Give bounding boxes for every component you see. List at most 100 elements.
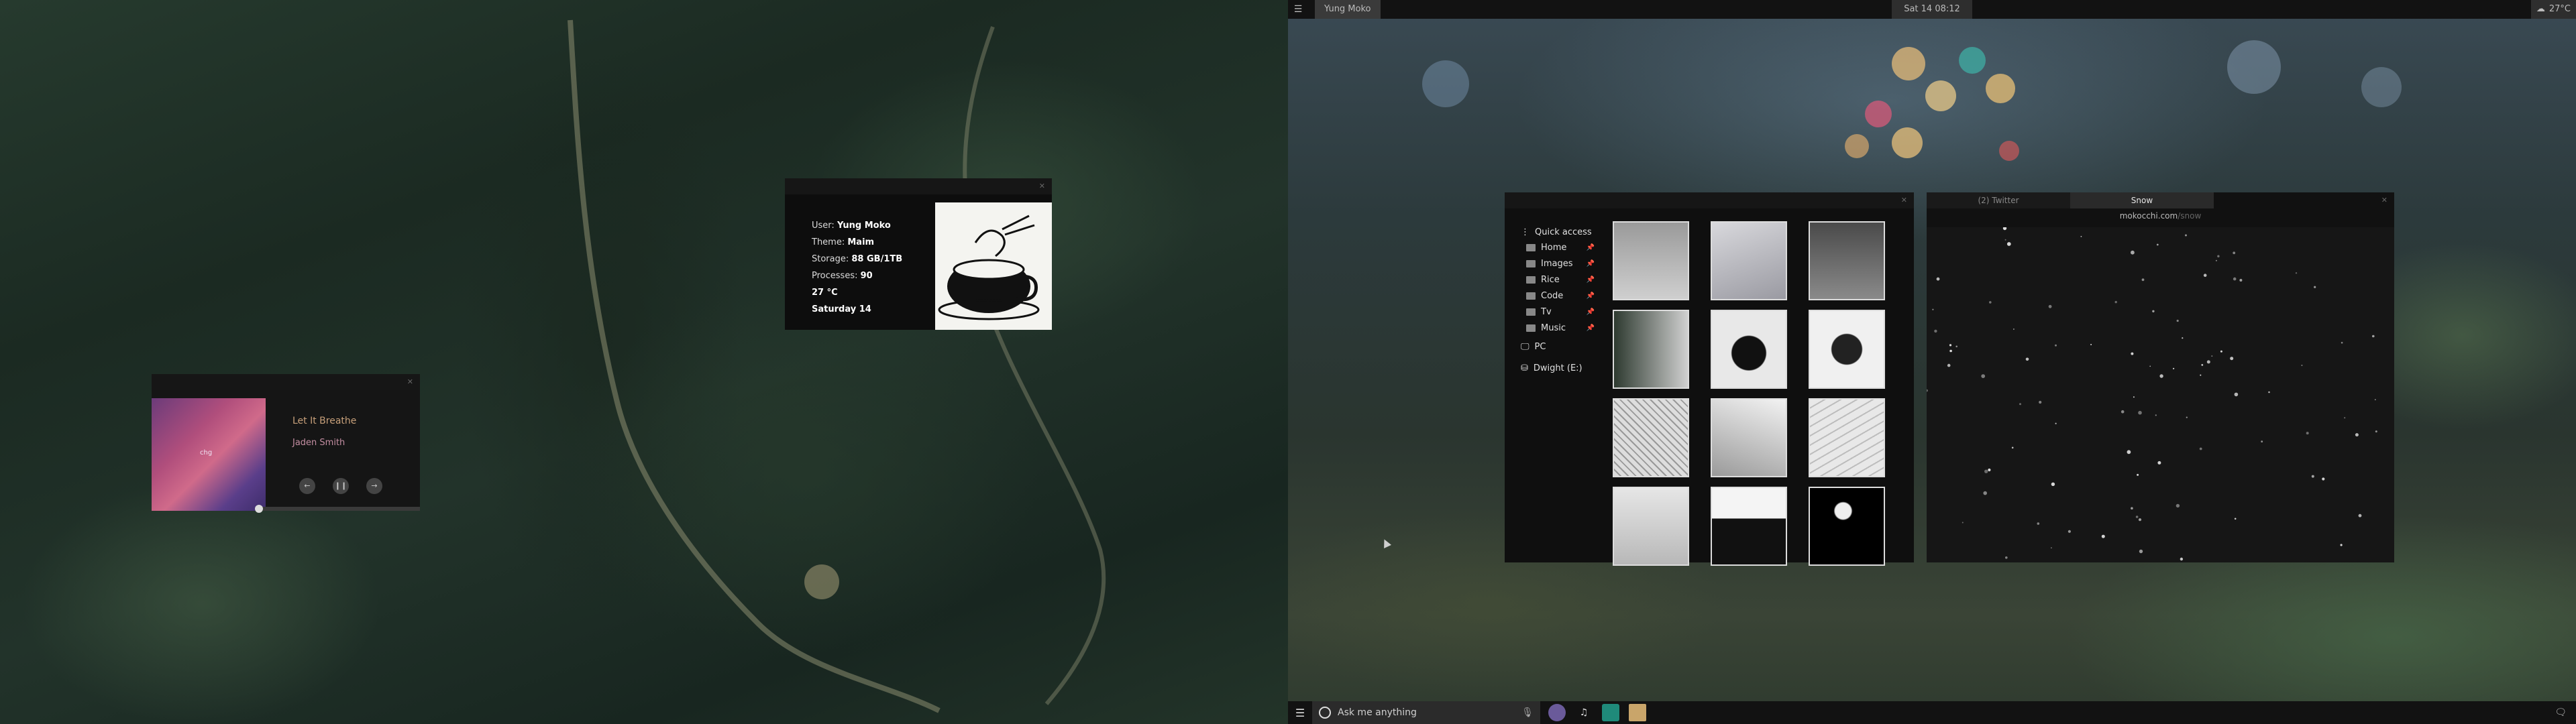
sidebar-item-music[interactable]: Music 📌 (1521, 320, 1595, 336)
snowflake (1934, 329, 1937, 333)
bokeh-light (1422, 60, 1469, 107)
next-icon[interactable]: → (366, 478, 382, 494)
playback-controls: ← ❙❙ → (299, 478, 382, 494)
folder-icon (1526, 308, 1536, 316)
snowflake (2051, 547, 2052, 548)
snowflake (2201, 364, 2204, 366)
snowflake (2217, 255, 2220, 257)
menu-icon[interactable]: ☰ (1288, 4, 1308, 15)
tab-twitter[interactable]: (2) Twitter (1927, 192, 2070, 208)
snowflake (2006, 242, 2011, 246)
song-title: Let It Breathe (292, 416, 357, 426)
snowflake (2358, 514, 2362, 518)
window-titlebar[interactable]: ✕ (1505, 192, 1914, 208)
snowflake (1984, 469, 1988, 473)
pin-icon: 📌 (1586, 292, 1595, 300)
quick-access-header[interactable]: ⋮ Quick access (1521, 225, 1595, 239)
sidebar-item-code[interactable]: Code 📌 (1521, 288, 1595, 304)
bokeh-light (1925, 80, 1956, 111)
snowflake (2114, 300, 2117, 304)
file-sidebar: ⋮ Quick access Home 📌 Images 📌 Rice 📌 Code 📌… (1521, 225, 1595, 379)
snowflake (1936, 277, 1940, 281)
system-info-lines: User: Yung Moko Theme: Maim Storage: 88 … (812, 217, 902, 318)
snowflake (2220, 350, 2222, 353)
close-icon[interactable]: ✕ (2381, 196, 2387, 204)
bokeh-light (1845, 134, 1869, 158)
image-thumbnail[interactable] (1711, 398, 1787, 477)
weather-indicator[interactable]: ☁ 27°C (2530, 0, 2576, 19)
snowflake (2080, 235, 2082, 237)
snowflake (2037, 522, 2040, 525)
start-menu-icon[interactable]: ☰ (1288, 707, 1312, 719)
snowflake (1962, 522, 1964, 524)
progress-bar[interactable] (255, 505, 420, 513)
snowflake (2311, 475, 2314, 478)
bokeh-light (2227, 40, 2281, 94)
snowflake (2133, 396, 2135, 398)
pause-icon[interactable]: ❙❙ (333, 478, 349, 494)
window-titlebar[interactable]: ✕ (785, 178, 1052, 194)
microphone-icon[interactable]: 🎙 (1521, 707, 1534, 718)
snowflake (2200, 374, 2202, 376)
snowflake (2131, 352, 2134, 355)
window-titlebar[interactable]: ✕ (152, 374, 420, 390)
active-window-title[interactable]: Yung Moko (1315, 0, 1381, 19)
search-icon (1319, 707, 1331, 719)
notification-icon[interactable]: 🗨 (2555, 707, 2567, 718)
snowflake (2131, 250, 2135, 255)
sidebar-item-pc[interactable]: 🖵 PC (1521, 336, 1595, 357)
snowflake (2002, 226, 2007, 231)
music-app-icon[interactable]: ♫ (1575, 704, 1593, 721)
image-thumbnail[interactable] (1809, 310, 1885, 389)
address-bar[interactable]: mokocchi.com/snow (1927, 208, 2394, 223)
sidebar-item-drive[interactable]: ⛁ Dwight (E:) (1521, 357, 1595, 379)
sidebar-item-rice[interactable]: Rice 📌 (1521, 272, 1595, 288)
image-thumbnail[interactable] (1809, 221, 1885, 300)
search-box[interactable]: Ask me anything 🎙 (1312, 701, 1540, 724)
sidebar-item-home[interactable]: Home 📌 (1521, 239, 1595, 255)
sidebar-item-images[interactable]: Images 📌 (1521, 255, 1595, 272)
user-line: User: Yung Moko (812, 221, 891, 231)
image-thumbnail[interactable] (1613, 487, 1689, 566)
snowflake (2149, 365, 2151, 367)
snowflake (1949, 349, 1952, 353)
previous-icon[interactable]: ← (299, 478, 315, 494)
image-thumbnail[interactable] (1613, 221, 1689, 300)
image-thumbnail[interactable] (1711, 487, 1787, 566)
snowflake (2230, 357, 2234, 361)
close-icon[interactable]: ✕ (1901, 196, 1907, 204)
image-thumbnail[interactable] (1613, 398, 1689, 477)
coffee-cup-illustration (935, 202, 1052, 330)
processes-line: Processes: 90 (812, 271, 873, 281)
tab-snow[interactable]: Snow (2070, 192, 2214, 208)
snowflake (2138, 518, 2142, 522)
clock[interactable]: Sat 14 08:12 (1892, 0, 1972, 19)
snowflake (2025, 357, 2029, 361)
snowflake (2301, 365, 2303, 366)
close-icon[interactable]: ✕ (407, 377, 413, 386)
image-thumbnail[interactable] (1809, 398, 1885, 477)
sidebar-item-tv[interactable]: Tv 📌 (1521, 304, 1595, 320)
image-thumbnail[interactable] (1711, 310, 1787, 389)
snowflake (2186, 416, 2188, 418)
image-thumbnail[interactable] (1613, 310, 1689, 389)
notes-app-icon[interactable] (1629, 704, 1646, 721)
progress-knob[interactable] (255, 505, 263, 513)
snowflake (2159, 374, 2163, 378)
drive-icon: ⛁ (1521, 363, 1528, 373)
image-thumbnail[interactable] (1711, 221, 1787, 300)
image-thumbnail[interactable] (1809, 487, 1885, 566)
folder-app-icon[interactable] (1602, 704, 1619, 721)
forest-trail-graphic (568, 19, 1106, 713)
snowflake (2152, 310, 2155, 312)
top-panel: ☰ Yung Moko Sat 14 08:12 ☁ 27°C (1288, 0, 2576, 19)
snowflake (2340, 544, 2343, 546)
file-manager-window: ✕ ⋮ Quick access Home 📌 Images 📌 Rice 📌 Cod… (1505, 192, 1914, 566)
close-icon[interactable]: ✕ (1039, 182, 1045, 190)
snowflake (2322, 477, 2325, 481)
snowflake (2135, 516, 2139, 518)
browser-app-icon[interactable] (1548, 704, 1566, 721)
taskbar: ☰ Ask me anything 🎙 ♫ 🗨 (1288, 701, 2576, 724)
snowflake (2051, 482, 2055, 486)
snowflake (2199, 447, 2202, 450)
